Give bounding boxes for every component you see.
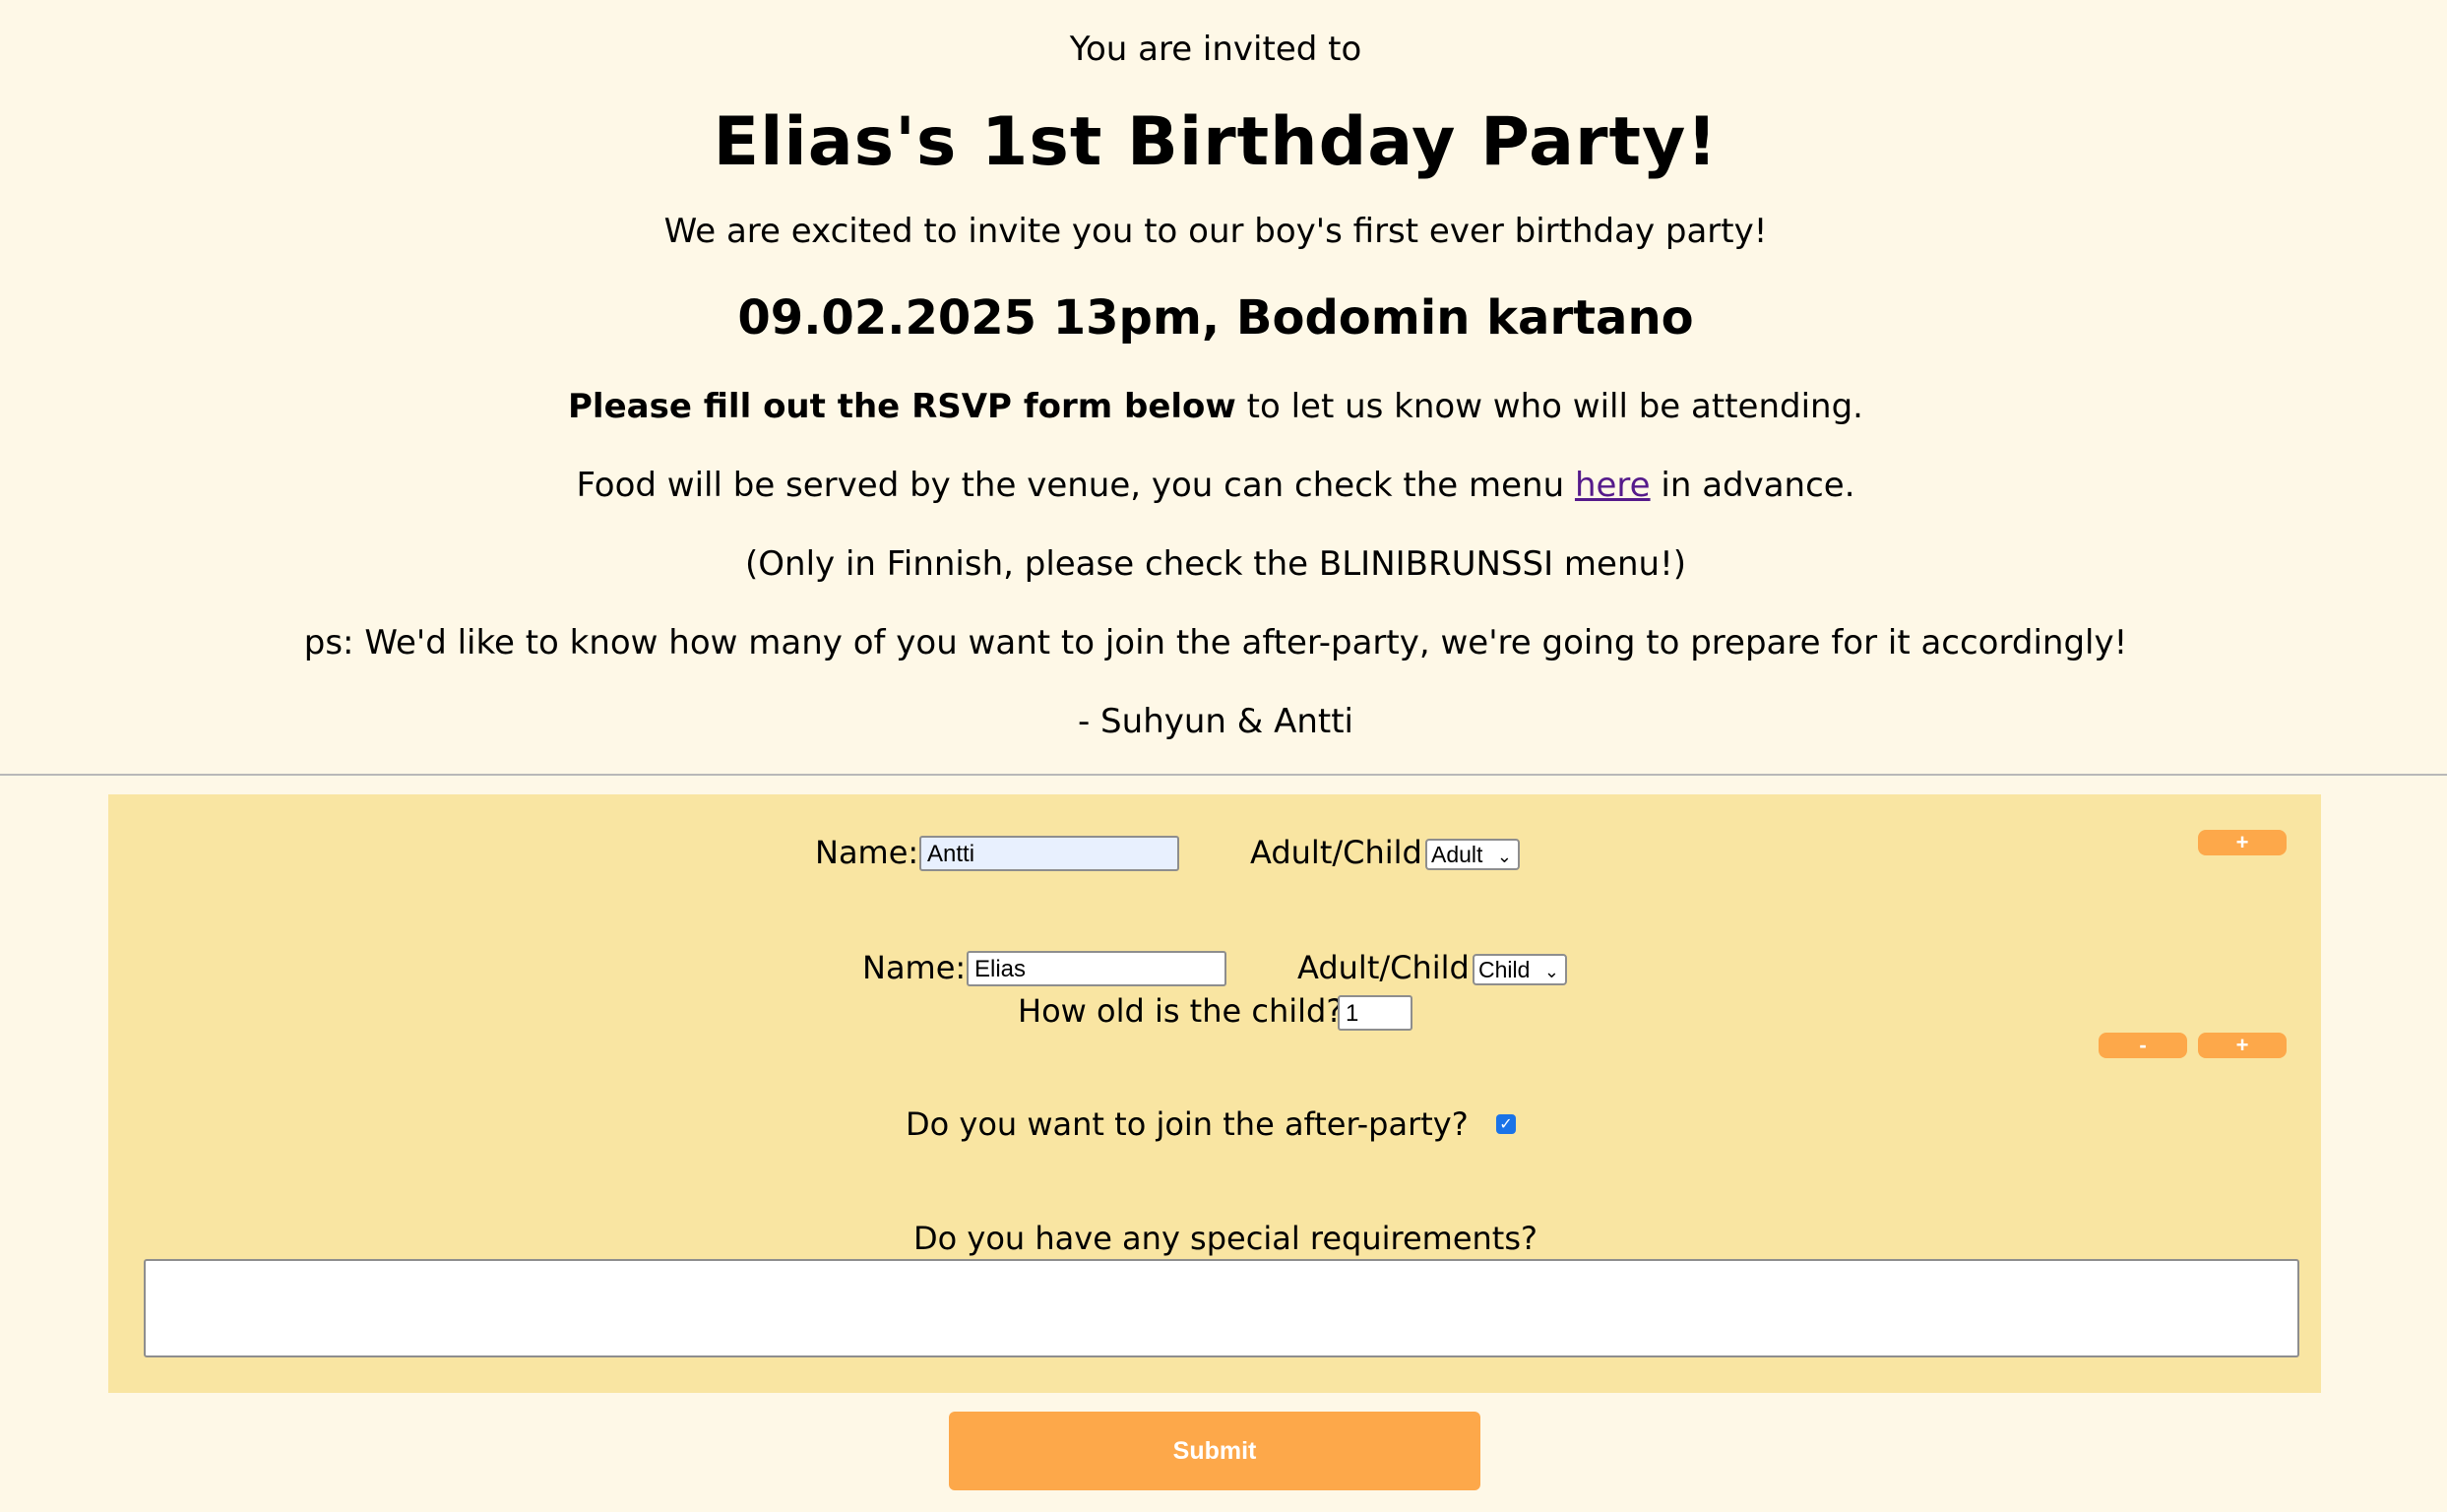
after-party-checkbox[interactable]: ✓ — [1496, 1114, 1516, 1134]
rsvp-instruction-bold: Please fill out the RSVP form below — [568, 387, 1236, 426]
ps-note: ps: We'd like to know how many of you wa… — [303, 623, 2128, 662]
requirements-textarea[interactable] — [144, 1259, 2299, 1357]
guest-2-type-value: Child — [1478, 957, 1531, 982]
add-guest-button[interactable]: + — [2198, 1033, 2287, 1058]
guest-1-type-select[interactable]: Adult ⌄ — [1425, 839, 1520, 870]
guest-2-type-label: Adult/Child: — [1297, 949, 1480, 986]
party-title: Elias's 1st Birthday Party! — [713, 103, 1719, 181]
invited-text: You are invited to — [1069, 30, 1362, 69]
menu-note-after: in advance. — [1650, 466, 1855, 505]
guest-2-name-label: Name: — [862, 949, 967, 986]
chevron-down-icon: ⌄ — [1543, 962, 1559, 981]
after-party-label: Do you want to join the after-party? — [906, 1105, 1469, 1143]
add-guest-button[interactable]: + — [2198, 830, 2287, 855]
finnish-note: (Only in Finnish, please check the BLINI… — [745, 544, 1686, 584]
rsvp-instruction-rest: to let us know who will be attending. — [1235, 387, 1863, 426]
guest-1-name-input[interactable]: Antti — [919, 836, 1179, 871]
signature: - Suhyun & Antti — [1077, 702, 1354, 741]
guest-2-type-select[interactable]: Child ⌄ — [1473, 954, 1567, 985]
child-age-input[interactable]: 1 — [1338, 995, 1412, 1031]
menu-link[interactable]: here — [1575, 466, 1651, 505]
child-age-label: How old is the child? — [1018, 992, 1344, 1030]
guest-1-type-value: Adult — [1431, 842, 1483, 867]
submit-button[interactable]: Submit — [949, 1412, 1480, 1490]
rsvp-instruction: Please fill out the RSVP form below to l… — [0, 387, 2431, 426]
requirements-label: Do you have any special requirements? — [913, 1220, 1537, 1257]
menu-note: Food will be served by the venue, you ca… — [0, 466, 2431, 505]
guest-1-type-label: Adult/Child: — [1250, 834, 1433, 871]
date-location: 09.02.2025 13pm, Bodomin kartano — [737, 290, 1694, 346]
checkmark-icon: ✓ — [1499, 1114, 1513, 1133]
remove-guest-button[interactable]: - — [2099, 1033, 2187, 1058]
menu-note-before: Food will be served by the venue, you ca… — [576, 466, 1575, 505]
intro-text: We are excited to invite you to our boy'… — [663, 212, 1768, 251]
guest-2-name-input[interactable]: Elias — [967, 951, 1226, 986]
section-divider — [0, 774, 2447, 776]
chevron-down-icon: ⌄ — [1496, 847, 1512, 866]
rsvp-form: Name: Antti Adult/Child: Adult ⌄ + Name:… — [108, 794, 2321, 1393]
guest-1-name-label: Name: — [815, 834, 919, 871]
